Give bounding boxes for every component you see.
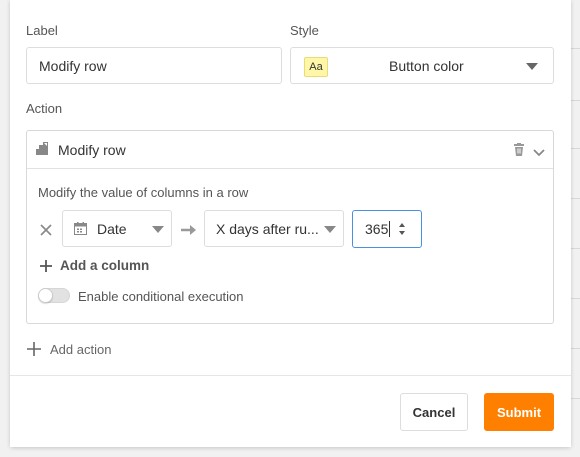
style-select[interactable]: Aa Button color [290,47,554,84]
grid-line [570,298,580,299]
grid-line [570,198,580,199]
grid-line [570,100,580,101]
trash-icon[interactable] [513,143,525,159]
number-stepper-icon[interactable] [398,220,406,241]
add-action-button[interactable]: Add action [50,342,111,357]
plus-icon[interactable] [27,342,41,359]
grid-line [570,348,580,349]
calendar-icon [74,222,87,238]
days-value: 365 [365,221,389,237]
mode-select[interactable]: X days after ru... [204,210,344,247]
remove-column-icon[interactable] [40,223,52,239]
grid-line [570,148,580,149]
chevron-down-icon [324,226,336,233]
cancel-button[interactable]: Cancel [400,393,468,431]
submit-button[interactable]: Submit [484,393,554,431]
label-heading: Label [26,23,58,38]
arrow-right-icon [181,223,197,239]
label-input-value: Modify row [39,57,107,74]
modify-row-icon [35,142,49,159]
style-select-value: Button color [389,58,464,74]
button-settings-dialog: Label Modify row Style Aa Button color A… [10,0,571,447]
text-cursor [389,221,391,237]
action-card: Modify row Modify the value of columns i… [26,130,554,324]
days-number-input[interactable]: 365 [352,210,422,248]
action-header[interactable]: Modify row [27,131,553,169]
column-select-value: Date [97,221,127,237]
grid-line [570,248,580,249]
conditional-execution-label: Enable conditional execution [78,289,244,304]
chevron-down-icon [526,63,538,70]
toggle-knob [38,288,53,303]
chevron-down-icon [152,226,164,233]
action-description: Modify the value of columns in a row [38,185,249,200]
grid-line [570,48,580,49]
grid-line [570,398,580,399]
add-column-button[interactable]: Add a column [60,258,149,273]
action-type-label: Modify row [58,142,126,158]
style-heading: Style [290,23,319,38]
plus-icon[interactable] [40,259,52,275]
action-heading: Action [26,101,63,116]
column-select[interactable]: Date [62,210,172,247]
mode-select-value: X days after ru... [216,221,319,237]
label-input[interactable]: Modify row [26,47,282,84]
style-color-chip: Aa [304,57,328,77]
chevron-down-icon[interactable] [533,144,545,160]
conditional-execution-toggle[interactable] [38,288,70,303]
